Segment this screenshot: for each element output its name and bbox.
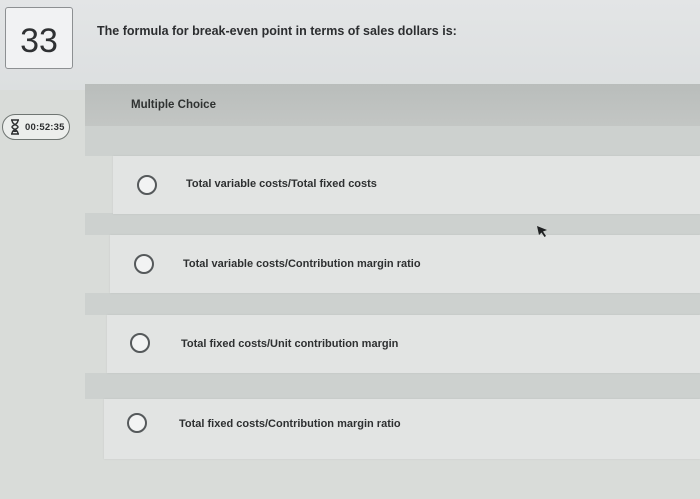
radio-button[interactable] xyxy=(134,254,154,274)
answer-option-label: Total fixed costs/Contribution margin ra… xyxy=(179,418,401,430)
radio-button[interactable] xyxy=(130,333,150,353)
divider-band xyxy=(85,126,700,156)
question-type-header: Multiple Choice xyxy=(85,84,700,126)
answer-option-label: Total fixed costs/Unit contribution marg… xyxy=(181,338,399,350)
top-area xyxy=(0,0,700,90)
answer-option[interactable]: Total variable costs/Contribution margin… xyxy=(110,235,700,293)
answer-option[interactable]: Total fixed costs/Contribution margin ra… xyxy=(104,399,700,459)
hourglass-icon xyxy=(11,119,19,135)
mouse-cursor-icon xyxy=(537,226,547,237)
question-text: The formula for break-even point in term… xyxy=(97,24,457,38)
radio-button[interactable] xyxy=(137,175,157,195)
question-number: 33 xyxy=(20,22,58,60)
answer-option[interactable]: Total variable costs/Total fixed costs xyxy=(113,156,700,214)
question-type-label: Multiple Choice xyxy=(131,99,216,111)
timer-value: 00:52:35 xyxy=(25,121,65,133)
radio-button[interactable] xyxy=(127,413,147,433)
divider-band xyxy=(85,293,700,315)
answer-option-label: Total variable costs/Total fixed costs xyxy=(186,178,377,190)
divider-band xyxy=(85,213,700,235)
timer[interactable]: 00:52:35 xyxy=(2,114,70,140)
divider-band xyxy=(85,373,700,399)
answer-option-label: Total variable costs/Contribution margin… xyxy=(183,258,421,270)
answer-option[interactable]: Total fixed costs/Unit contribution marg… xyxy=(107,315,700,373)
question-number-box: 33 xyxy=(5,7,73,69)
